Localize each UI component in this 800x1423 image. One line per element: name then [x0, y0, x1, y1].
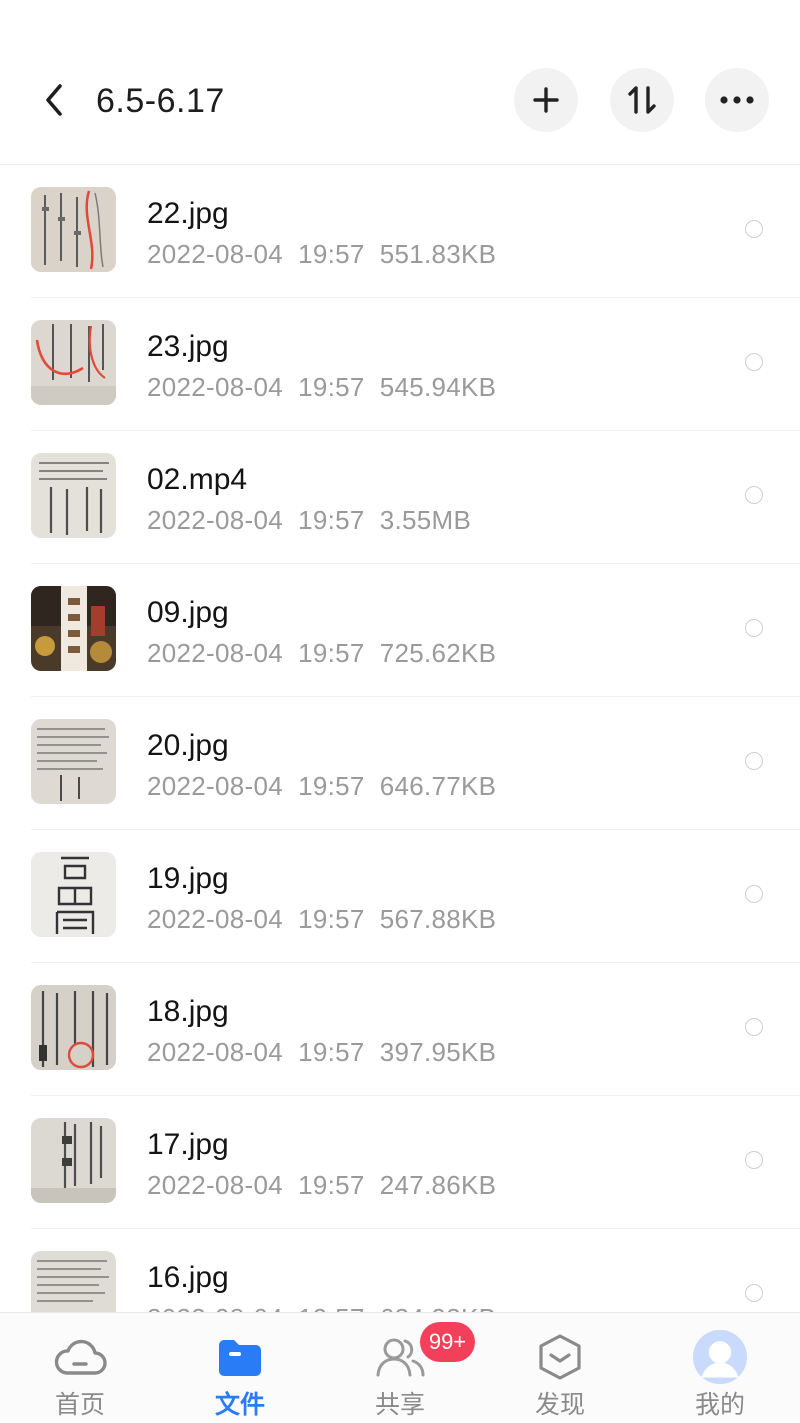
- file-thumbnail: [31, 719, 116, 804]
- sort-icon: [628, 86, 656, 114]
- file-meta: 2022-08-04 19:57 545.94KB: [147, 372, 497, 402]
- top-app-bar: 6.5-6.17: [0, 0, 800, 165]
- tab-files[interactable]: 文件: [160, 1313, 320, 1423]
- file-meta: 2022-08-04 19:57 624.93KB: [147, 1302, 496, 1312]
- folder-icon: [212, 1329, 268, 1385]
- file-name: 09.jpg: [147, 596, 229, 629]
- file-thumbnail: [31, 985, 116, 1070]
- file-meta: 2022-08-04 19:57 567.88KB: [147, 904, 497, 934]
- discover-icon: [532, 1329, 588, 1385]
- file-row[interactable]: 19.jpg 2022-08-04 19:57 567.88KB: [0, 830, 800, 963]
- folder-title: 6.5-6.17: [96, 82, 225, 120]
- tab-label: 发现: [534, 1391, 585, 1419]
- file-meta: 2022-08-04 19:57 551.83KB: [147, 239, 497, 269]
- cloud-icon: [52, 1329, 108, 1385]
- file-thumbnail: [31, 320, 116, 405]
- plus-icon: [533, 87, 559, 113]
- tab-label: 共享: [374, 1391, 425, 1419]
- file-meta: 2022-08-04 19:57 397.95KB: [147, 1037, 497, 1067]
- more-icon: [720, 96, 754, 104]
- file-thumbnail: [31, 453, 116, 538]
- chevron-left-icon: [46, 84, 62, 116]
- file-name: 22.jpg: [147, 197, 229, 230]
- tab-label: 首页: [54, 1391, 105, 1419]
- select-radio[interactable]: [745, 353, 763, 371]
- file-thumbnail: [31, 1251, 116, 1312]
- select-radio[interactable]: [745, 885, 763, 903]
- file-meta: 2022-08-04 19:57 3.55MB: [147, 505, 472, 535]
- select-radio[interactable]: [745, 486, 763, 504]
- file-name: 23.jpg: [147, 330, 229, 363]
- back-button[interactable]: [34, 78, 74, 122]
- file-name: 02.mp4: [147, 463, 248, 496]
- notification-badge: 99+: [420, 1322, 475, 1362]
- file-name: 19.jpg: [147, 862, 229, 895]
- tab-discover[interactable]: 发现: [480, 1313, 640, 1423]
- file-row[interactable]: 18.jpg 2022-08-04 19:57 397.95KB: [0, 963, 800, 1096]
- select-radio[interactable]: [745, 1284, 763, 1302]
- sort-button[interactable]: [610, 68, 674, 132]
- file-name: 18.jpg: [147, 995, 229, 1028]
- more-button[interactable]: [705, 68, 769, 132]
- file-row[interactable]: 09.jpg 2022-08-04 19:57 725.62KB: [0, 564, 800, 697]
- select-radio[interactable]: [745, 1018, 763, 1036]
- file-row[interactable]: 22.jpg 2022-08-04 19:57 551.83KB: [0, 165, 800, 298]
- file-thumbnail: [31, 852, 116, 937]
- tab-home[interactable]: 首页: [0, 1313, 160, 1423]
- select-radio[interactable]: [745, 1151, 763, 1169]
- select-radio[interactable]: [745, 752, 763, 770]
- select-radio[interactable]: [745, 220, 763, 238]
- select-radio[interactable]: [745, 619, 763, 637]
- file-meta: 2022-08-04 19:57 725.62KB: [147, 638, 497, 668]
- file-name: 17.jpg: [147, 1128, 229, 1161]
- file-meta: 2022-08-04 19:57 646.77KB: [147, 771, 497, 801]
- file-list[interactable]: 22.jpg 2022-08-04 19:57 551.83KB 23.jpg …: [0, 165, 800, 1312]
- file-thumbnail: [31, 586, 116, 671]
- file-row[interactable]: 20.jpg 2022-08-04 19:57 646.77KB: [0, 697, 800, 830]
- file-name: 16.jpg: [147, 1261, 229, 1294]
- file-row[interactable]: 23.jpg 2022-08-04 19:57 545.94KB: [0, 298, 800, 431]
- add-button[interactable]: [514, 68, 578, 132]
- file-thumbnail: [31, 187, 116, 272]
- tab-label: 我的: [694, 1391, 745, 1419]
- file-row[interactable]: 16.jpg 2022-08-04 19:57 624.93KB: [0, 1229, 800, 1312]
- file-thumbnail: [31, 1118, 116, 1203]
- file-name: 20.jpg: [147, 729, 229, 762]
- tab-label: 文件: [214, 1391, 265, 1419]
- tab-profile[interactable]: 我的: [640, 1313, 800, 1423]
- file-meta: 2022-08-04 19:57 247.86KB: [147, 1170, 497, 1200]
- file-row[interactable]: 02.mp4 2022-08-04 19:57 3.55MB: [0, 431, 800, 564]
- file-row[interactable]: 17.jpg 2022-08-04 19:57 247.86KB: [0, 1096, 800, 1229]
- bottom-tab-bar: 首页 文件 共享 99+ 发现 我的: [0, 1312, 800, 1422]
- avatar-icon: [692, 1329, 748, 1385]
